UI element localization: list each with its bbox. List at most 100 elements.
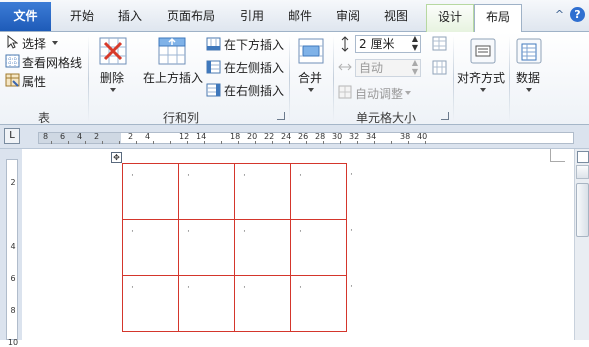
cell-end-mark: · <box>243 171 246 181</box>
ruler-tick <box>391 141 392 144</box>
ruler-number: 14 <box>196 132 207 141</box>
ruler-number: 28 <box>315 132 326 141</box>
ruler-tick <box>187 141 188 144</box>
vruler-number: 10 <box>7 338 19 347</box>
cell-end-mark: · <box>187 283 190 293</box>
merge-label: 合并 <box>298 71 323 85</box>
cell-size-dialog-launcher-icon[interactable] <box>441 112 449 120</box>
table-cell[interactable]: · <box>122 163 179 220</box>
table-cell[interactable]: · <box>234 163 291 220</box>
cell-end-mark: · <box>299 283 302 293</box>
ruler-tick <box>102 141 103 144</box>
rows-cols-dialog-launcher-icon[interactable] <box>277 112 285 120</box>
table-cell[interactable]: · <box>178 163 235 220</box>
ruler-tick <box>306 141 307 144</box>
alignment-label: 对齐方式 <box>457 71 506 85</box>
ruler-number: 38 <box>400 132 411 141</box>
table-cell[interactable]: · <box>178 219 235 276</box>
table-cell[interactable]: · <box>234 219 291 276</box>
spin-arrows-icon[interactable]: ▲ ▼ <box>412 34 418 52</box>
vertical-scrollbar[interactable] <box>574 149 589 340</box>
ruler-tick <box>119 141 120 144</box>
ruler-number: 40 <box>417 132 428 141</box>
data-dropdown-icon <box>526 88 532 92</box>
group-label-table: 表 <box>38 111 51 125</box>
group-separator <box>289 36 290 122</box>
table-move-handle-icon[interactable]: ✥ <box>111 152 122 163</box>
document-page[interactable]: ✥ · · · · · · · · · · · · · · · <box>22 149 573 340</box>
tab-page-layout[interactable]: 页面布局 <box>160 4 222 31</box>
ruler-tick <box>374 141 375 144</box>
vruler-number: 8 <box>10 306 16 315</box>
table-cell[interactable]: · <box>290 275 347 332</box>
ruler-strip[interactable]: 8 6 4 2 2 4 12 14 18 20 22 24 26 28 30 32 34 38 40 <box>38 132 574 144</box>
ruler-number: 32 <box>349 132 360 141</box>
tab-design[interactable]: 设计 <box>426 4 474 32</box>
ruler-number: 2 <box>94 132 100 141</box>
row-height-input[interactable]: 2 厘米 ▲ ▼ <box>355 34 421 53</box>
ruler-number: 24 <box>281 132 292 141</box>
table-cell[interactable]: · <box>122 219 179 276</box>
tab-layout[interactable]: 布局 <box>474 4 522 33</box>
ruler-number: 30 <box>332 132 343 141</box>
ruler-tick <box>170 141 171 144</box>
ruler-tick <box>153 141 154 144</box>
alignment-icon <box>470 38 496 64</box>
horizontal-ruler[interactable]: L 8 6 4 2 2 4 12 14 18 20 22 24 26 28 30 32 34 38 40 <box>0 125 589 149</box>
autofit-label: 自动调整 <box>355 87 404 101</box>
tab-mailings[interactable]: 邮件 <box>282 4 318 31</box>
view-ruler-toggle-icon[interactable] <box>577 151 589 163</box>
gridlines-icon <box>5 54 20 68</box>
merge-dropdown-icon <box>308 88 314 92</box>
alignment-dropdown-icon <box>480 88 486 92</box>
cell-end-mark: · <box>187 227 190 237</box>
row-end-mark: · <box>350 282 353 292</box>
tab-selector-icon[interactable]: L <box>4 128 20 144</box>
table-cell[interactable]: · <box>290 163 347 220</box>
ruler-tick <box>425 141 426 144</box>
spin-arrows-icon[interactable]: ▲ ▼ <box>412 58 418 76</box>
view-gridlines-label: 查看网格线 <box>22 56 83 70</box>
scroll-up-arrow-icon[interactable] <box>576 165 589 179</box>
insert-left-icon <box>206 60 221 74</box>
tab-file[interactable]: 文件 <box>0 2 51 31</box>
tab-review[interactable]: 审阅 <box>330 4 366 31</box>
ruler-number: 18 <box>230 132 241 141</box>
ruler-number: 12 <box>179 132 190 141</box>
cell-end-mark: · <box>187 171 190 181</box>
column-width-input[interactable]: 自动 ▲ ▼ <box>355 58 421 77</box>
ruler-tick <box>289 141 290 144</box>
help-icon[interactable]: ? <box>570 7 585 22</box>
distribute-columns-icon[interactable] <box>432 60 447 75</box>
row-end-mark: · <box>350 226 353 236</box>
ruler-tick <box>272 141 273 144</box>
ruler-tick <box>408 141 409 144</box>
delete-table-icon <box>99 37 127 65</box>
tab-insert[interactable]: 插入 <box>112 4 148 31</box>
tab-home[interactable]: 开始 <box>64 4 100 31</box>
tab-view[interactable]: 视图 <box>378 4 414 31</box>
properties-label: 属性 <box>22 75 47 89</box>
insert-right-icon <box>206 83 221 97</box>
minimize-ribbon-icon[interactable]: ^ <box>552 7 567 22</box>
cell-end-mark: · <box>131 227 134 237</box>
row-height-icon <box>341 36 349 52</box>
distribute-rows-icon[interactable] <box>432 36 447 51</box>
autofit-icon <box>338 85 352 99</box>
table-cell[interactable]: · <box>122 275 179 332</box>
group-label-rows-cols: 行和列 <box>163 111 200 125</box>
tab-references[interactable]: 引用 <box>234 4 270 31</box>
ruler-number: 6 <box>60 132 66 141</box>
table-cell[interactable]: · <box>178 275 235 332</box>
ruler-tick <box>221 141 222 144</box>
vertical-ruler[interactable]: 2 4 6 8 10 <box>0 149 22 347</box>
vruler-number: 4 <box>10 242 16 251</box>
vertical-ruler-strip[interactable]: 2 4 6 8 10 <box>6 159 18 347</box>
scroll-thumb[interactable] <box>576 183 589 237</box>
group-separator <box>333 36 334 122</box>
table-cell[interactable]: · <box>290 219 347 276</box>
table-cell[interactable]: · <box>234 275 291 332</box>
ruler-tick <box>357 141 358 144</box>
delete-dropdown-icon <box>110 88 116 92</box>
ruler-tick <box>68 141 69 144</box>
